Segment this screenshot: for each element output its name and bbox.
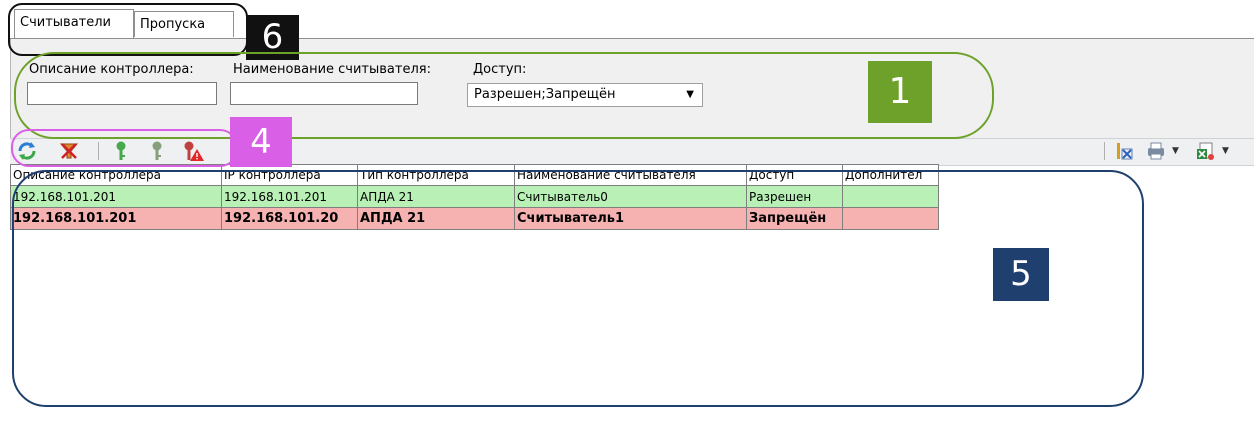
callout-5-outline: [12, 170, 1144, 407]
export-dropdown-chevron-icon[interactable]: ▼: [1222, 146, 1229, 156]
callout-4-badge: 4: [230, 117, 292, 167]
callout-1-badge: 1: [868, 61, 932, 123]
print-icon[interactable]: [1145, 140, 1167, 162]
export-icon[interactable]: [1194, 140, 1216, 162]
column-settings-icon[interactable]: [1114, 140, 1136, 162]
toolbar-separator: [1104, 142, 1105, 160]
print-dropdown-chevron-icon[interactable]: ▼: [1172, 146, 1179, 156]
callout-1-outline: [14, 52, 994, 139]
callout-4-outline: [11, 129, 238, 167]
callout-5-badge: 5: [993, 248, 1049, 301]
tab-readers[interactable]: Считыватели: [14, 9, 134, 38]
